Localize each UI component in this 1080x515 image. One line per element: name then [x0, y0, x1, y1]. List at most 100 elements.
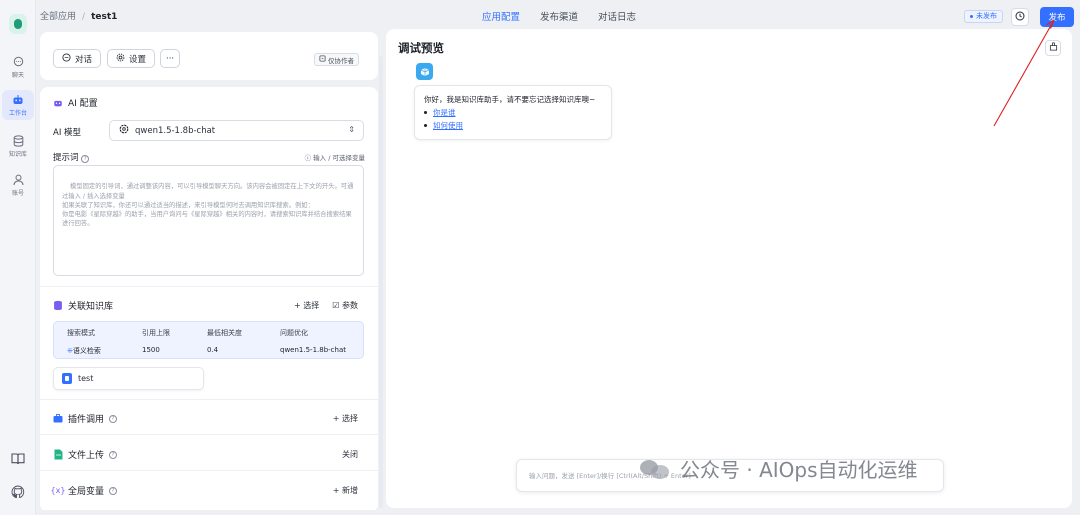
rail-item-account[interactable]: 账号 [2, 170, 34, 200]
tab-app-config[interactable]: 应用配置 [482, 9, 520, 23]
file-upload-actions: 关闭 [342, 449, 358, 460]
variables-title: 全局变量 [68, 487, 105, 497]
settings-button[interactable]: 设置 [107, 49, 156, 68]
rail-item-knowledge[interactable]: 知识库 [2, 131, 34, 161]
section-divider [40, 286, 378, 287]
more-icon: ··· [166, 53, 175, 64]
chat-icon [62, 52, 71, 65]
info-icon: ⓘ [304, 154, 312, 162]
file-upload-heading: 文件上传 ? [53, 448, 118, 461]
settings-button-label: 设置 [129, 54, 147, 65]
breadcrumb-current: test1 [91, 12, 118, 22]
config-scrollbar[interactable] [379, 56, 383, 508]
author-only-label: 仅协作者 [328, 56, 354, 65]
toolbar-card: 对话 设置 ··· 仅协作者 [40, 32, 378, 80]
add-variable-label: 新增 [342, 486, 358, 495]
author-only-toggle[interactable]: 仅协作者 [314, 53, 359, 66]
watermark-text: 公众号 · AIOps自动化运维 [680, 458, 918, 482]
database-icon [12, 134, 24, 147]
more-button[interactable]: ··· [160, 49, 181, 68]
chevron-updown-icon: ⇕ [348, 125, 355, 134]
ai-config-heading: AI 配置 [53, 96, 98, 109]
tab-publish-channel[interactable]: 发布渠道 [540, 9, 578, 23]
section-divider [40, 470, 378, 471]
expand-icon[interactable] [349, 261, 359, 271]
plugins-actions: + 选择 [333, 413, 358, 424]
quick-question-link[interactable]: 如何使用 [433, 120, 463, 131]
prompt-label-text: 提示词 [53, 153, 79, 163]
add-variable-button[interactable]: + 新增 [333, 485, 358, 496]
prompt-placeholder: 模型固定的引导词，通过调整该内容，可以引导模型聊天方向。该内容会被固定在上下文的… [62, 183, 354, 228]
variable-icon: {x} [50, 486, 66, 495]
book-icon[interactable] [11, 452, 25, 466]
annotation-arrow [993, 19, 1055, 127]
prompt-label: 提示词 ? [53, 151, 90, 163]
help-icon[interactable]: ? [81, 155, 90, 163]
rail-label: 账号 [11, 189, 24, 197]
plugins-title: 插件调用 [68, 415, 105, 425]
model-select[interactable]: qwen1.5-1.8b-chat ⇕ [109, 120, 364, 141]
dataset-name: test [78, 374, 94, 383]
rail-item-workbench[interactable]: 工作台 [2, 90, 34, 120]
config-panel: 对话 设置 ··· 仅协作者 AI 配置 AI 模型 qwen1.5-1.8b-… [40, 32, 378, 510]
tab-chat-logs[interactable]: 对话日志 [598, 9, 636, 23]
rail-label: 知识库 [8, 150, 27, 158]
preview-title: 调试预览 [398, 41, 444, 55]
table-cell: 1500 [142, 346, 160, 354]
dataset-params-button[interactable]: ☑ 参数 [332, 300, 358, 311]
wechat-icon [640, 458, 670, 480]
select-dataset-button[interactable]: + 选择 [294, 300, 319, 311]
plugin-select-label: 选择 [342, 414, 358, 423]
knowledge-actions: + 选择 ☑ 参数 [294, 300, 358, 311]
select-label: 选择 [303, 301, 320, 310]
breadcrumb: 全部应用 / test1 [40, 9, 117, 22]
app-logo[interactable] [9, 14, 27, 34]
variables-heading: {x} 全局变量 ? [50, 484, 118, 497]
quick-question-list: 你是谁 如何使用 [424, 107, 602, 131]
model-label: AI 模型 [53, 128, 82, 138]
breadcrumb-root[interactable]: 全部应用 [40, 12, 76, 22]
toolbox-icon [53, 414, 63, 424]
prompt-hint-text: 输入 / 可选择变量 [313, 154, 365, 162]
list-item: 如何使用 [424, 120, 602, 131]
rail-item-chat[interactable]: 聊天 [2, 52, 34, 82]
params-label: 参数 [342, 301, 358, 310]
lock-icon [319, 55, 326, 64]
user-icon [12, 174, 24, 186]
list-item: 你是谁 [424, 107, 602, 118]
plugins-heading: 插件调用 ? [53, 412, 118, 425]
ai-config-title: AI 配置 [68, 99, 98, 109]
chat-button-label: 对话 [75, 54, 93, 65]
prompt-textarea[interactable]: 模型固定的引导词，通过调整该内容，可以引导模型聊天方向。该内容会被固定在上下文的… [53, 165, 364, 276]
bot-greeting: 你好，我是知识库助手，请不要忘记选择知识库噢~ [424, 95, 596, 104]
top-tabs: 应用配置 发布渠道 对话日志 [482, 9, 636, 23]
prompt-variable-hint[interactable]: ⓘ 输入 / 可选择变量 [305, 152, 365, 162]
variables-actions: + 新增 [333, 485, 358, 496]
table-header: 最低相关度 [207, 329, 242, 337]
bot-avatar [416, 63, 433, 80]
help-icon[interactable]: ? [109, 414, 118, 423]
chat-button[interactable]: 对话 [53, 49, 102, 68]
help-icon[interactable]: ? [109, 486, 118, 495]
select-plugin-button[interactable]: + 选择 [333, 413, 358, 424]
robot-icon [53, 98, 63, 108]
help-icon[interactable]: ? [109, 450, 118, 459]
gear-icon [116, 53, 125, 65]
quick-question-link[interactable]: 你是谁 [433, 107, 456, 118]
watermark: 公众号 · AIOps自动化运维 [640, 454, 918, 483]
table-header: 搜索模式 [67, 329, 95, 337]
table-cell: 0.4 [207, 346, 219, 354]
rail-label: 聊天 [11, 71, 24, 79]
dataset-item[interactable]: test [53, 367, 204, 390]
file-upload-title: 文件上传 [68, 451, 105, 461]
app-rail: 聊天 工作台 知识库 账号 [0, 0, 36, 515]
breadcrumb-separator: / [82, 12, 86, 22]
github-icon[interactable] [11, 485, 25, 499]
section-divider [40, 434, 378, 435]
file-upload-toggle[interactable]: 关闭 [342, 449, 358, 460]
status-dot [970, 14, 973, 18]
search-params-table[interactable]: 搜索模式 引用上限 最低相关度 问题优化 ⁜语义检索 1500 0.4 qwen… [53, 321, 364, 359]
dataset-icon [62, 373, 72, 384]
robot-icon [12, 94, 24, 106]
knowledge-heading: 关联知识库 [53, 299, 113, 312]
